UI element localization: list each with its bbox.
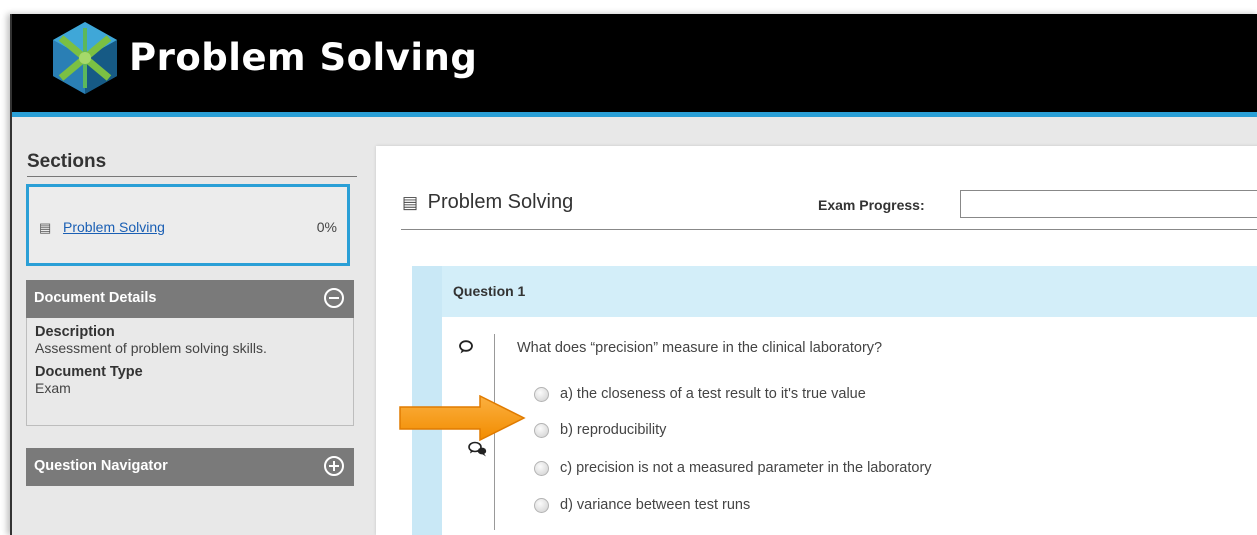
discussion-icon[interactable]	[467, 440, 489, 458]
radio-button[interactable]	[534, 387, 549, 402]
option-label: c) precision is not a measured parameter…	[560, 460, 932, 476]
section-percent: 0%	[316, 219, 337, 235]
app-header: Problem Solving	[12, 14, 1257, 117]
option-label: b) reproducibility	[560, 422, 667, 438]
option-label: a) the closeness of a test result to it'…	[560, 386, 866, 402]
document-icon: ▤	[402, 193, 419, 212]
exam-progress-label: Exam Progress:	[818, 197, 925, 213]
sections-title: Sections	[27, 151, 357, 177]
main-content: ▤ Problem Solving Exam Progress: Questio…	[376, 146, 1257, 535]
radio-button[interactable]	[534, 423, 549, 438]
orange-arrow-icon	[399, 395, 526, 441]
document-icon: ▤	[39, 220, 52, 235]
main-title-text: Problem Solving	[427, 191, 574, 213]
document-type-label: Document Type	[35, 364, 143, 380]
hexagon-cube-logo	[53, 22, 117, 94]
plus-circle-icon[interactable]	[324, 456, 344, 476]
question-navigator-title: Question Navigator	[34, 458, 168, 474]
question-text: What does “precision” measure in the cli…	[517, 340, 883, 356]
app-window: Problem Solving Sections ▤ Problem Solvi…	[10, 14, 1257, 535]
radio-button[interactable]	[534, 498, 549, 513]
document-details-body: Description Assessment of problem solvin…	[26, 318, 354, 426]
speech-bubble-icon[interactable]	[458, 339, 474, 355]
document-details-title: Document Details	[34, 290, 157, 306]
section-link[interactable]: Problem Solving	[63, 219, 165, 235]
radio-button[interactable]	[534, 461, 549, 476]
minus-circle-icon[interactable]	[324, 288, 344, 308]
exam-progress-bar	[960, 190, 1257, 218]
document-type-value: Exam	[35, 380, 71, 396]
document-details-header[interactable]: Document Details	[26, 280, 354, 318]
description-value: Assessment of problem solving skills.	[35, 340, 267, 356]
section-item-problem-solving[interactable]: ▤ Problem Solving 0%	[26, 184, 350, 266]
question-navigator-header[interactable]: Question Navigator	[26, 448, 354, 486]
question-header: Question 1	[442, 266, 1257, 317]
title-divider	[401, 229, 1257, 230]
app-title: Problem Solving	[129, 36, 478, 79]
option-label: d) variance between test runs	[560, 497, 751, 513]
main-title: ▤ Problem Solving	[402, 191, 573, 214]
description-label: Description	[35, 324, 115, 340]
